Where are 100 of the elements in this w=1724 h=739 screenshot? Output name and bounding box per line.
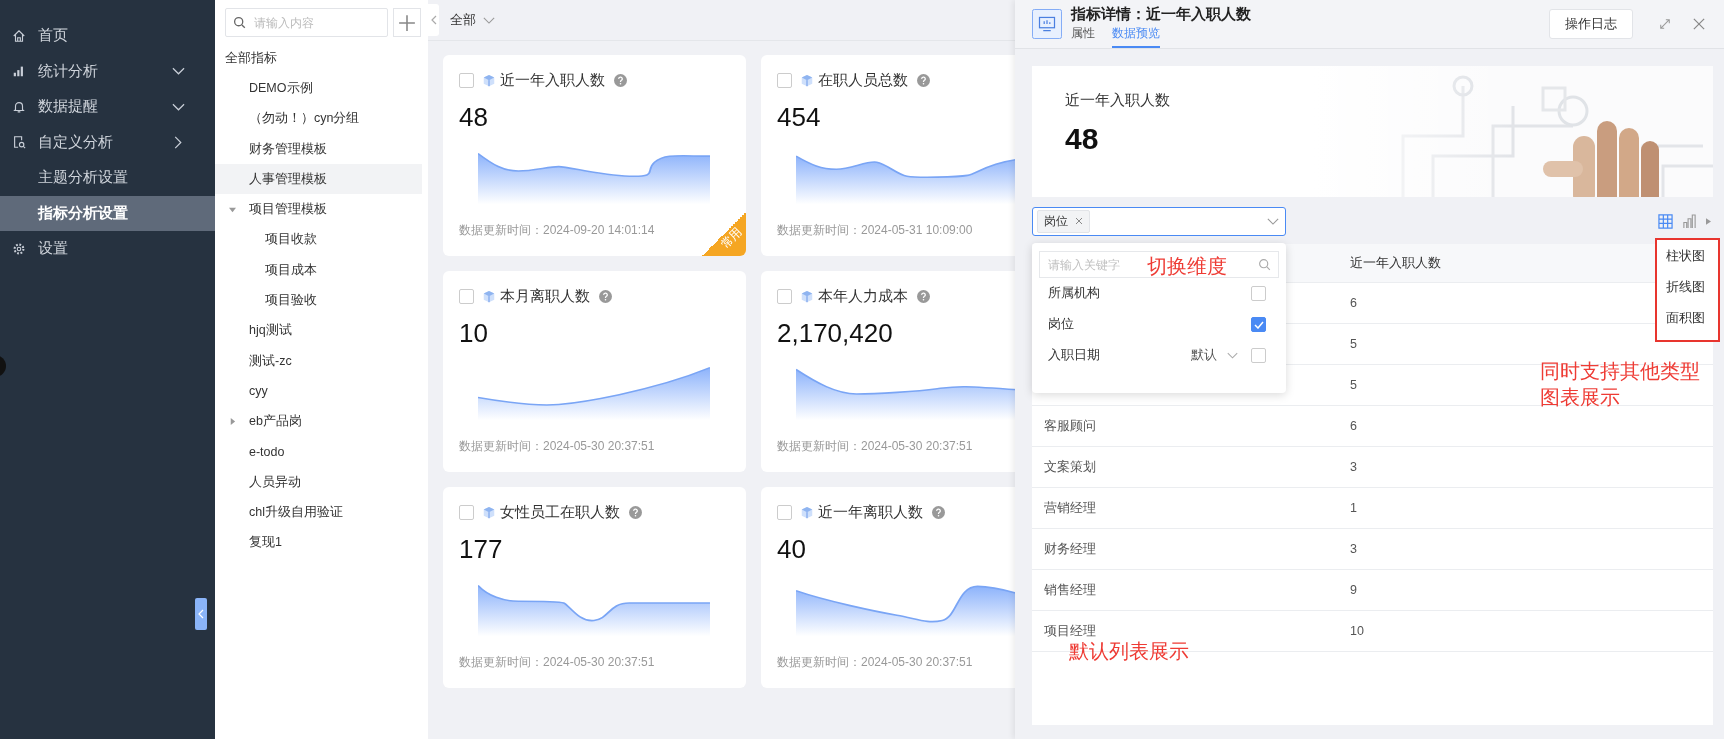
collapse-tab[interactable] — [428, 4, 439, 36]
caret-down-icon[interactable] — [229, 206, 236, 214]
search-icon — [233, 16, 246, 29]
table-cell: 6 — [1350, 419, 1357, 433]
tree-item[interactable]: chl升级自用验证 — [215, 497, 422, 528]
expand-icon[interactable] — [1659, 18, 1671, 30]
cube-icon — [800, 289, 814, 304]
chevron-right-icon[interactable] — [174, 135, 182, 149]
help-icon[interactable] — [599, 290, 612, 303]
table-cell: 3 — [1350, 542, 1357, 556]
table-cell: 9 — [1350, 583, 1357, 597]
tree-item[interactable]: 复现1 — [215, 527, 422, 559]
checkbox[interactable] — [777, 505, 792, 520]
tree-item[interactable]: （勿动！）cyn分组 — [215, 103, 422, 134]
annotation-text: 默认列表展示 — [1069, 639, 1189, 664]
tree-item[interactable]: 项目成本 — [215, 255, 422, 286]
menu-item[interactable]: 指标分析设置 — [0, 195, 215, 231]
tree-item[interactable]: 人事管理模板 — [215, 164, 422, 195]
menu-item[interactable]: 设置 — [0, 231, 215, 267]
settings-icon — [12, 241, 26, 256]
tree-item[interactable]: 项目验收 — [215, 285, 422, 316]
search-icon — [1258, 258, 1271, 271]
plus-icon — [398, 13, 416, 32]
help-icon[interactable] — [614, 74, 627, 87]
menu-item[interactable]: 自定义分析 — [0, 124, 215, 160]
checkbox[interactable] — [459, 505, 474, 520]
menu-item[interactable]: 数据提醒 — [0, 89, 215, 125]
help-icon[interactable] — [917, 290, 930, 303]
cube-icon — [482, 505, 496, 520]
home-icon — [12, 28, 26, 43]
caret-right-icon[interactable] — [1706, 217, 1711, 225]
menu-item[interactable]: 面积图 — [1657, 310, 1718, 341]
bar-chart-icon[interactable] — [1682, 213, 1697, 229]
help-icon[interactable] — [917, 74, 930, 87]
table-cell: 6 — [1350, 296, 1357, 310]
metric-card[interactable]: 女性员工在职人数 177 数据更新时间：2024-05-30 20:37:51 — [443, 487, 746, 688]
document-search-icon — [12, 135, 26, 150]
metric-card[interactable]: 近一年入职人数 48 数据更新时间：2024-09-20 14:01:14 常用 — [443, 55, 746, 256]
menu-item[interactable]: 柱状图 — [1657, 248, 1718, 279]
chevron-down-icon[interactable] — [172, 102, 185, 111]
filter-dropdown[interactable]: 全部 — [450, 11, 495, 29]
collapse-tab[interactable] — [195, 598, 207, 630]
help-icon[interactable] — [932, 506, 945, 519]
tab[interactable]: 属性 — [1071, 24, 1095, 48]
chevron-left-icon — [430, 15, 437, 25]
metric-card[interactable]: 本月离职人数 10 数据更新时间：2024-05-30 20:37:51 — [443, 271, 746, 472]
checkbox[interactable] — [1251, 348, 1266, 363]
tree-item[interactable]: eb产品岗 — [215, 406, 422, 437]
metric-value: 48 — [1065, 122, 1100, 156]
tree-item[interactable]: 财务管理模板 — [215, 133, 422, 165]
caret-right-icon[interactable] — [229, 418, 236, 426]
tree-item[interactable]: 测试-zc — [215, 345, 422, 377]
help-icon[interactable] — [629, 506, 642, 519]
table-cell: 5 — [1350, 378, 1357, 392]
table-icon[interactable] — [1658, 213, 1673, 229]
panel-title: 指标详情：近一年入职人数 — [1071, 4, 1252, 24]
table-cell: 5 — [1350, 337, 1357, 351]
dimension-select[interactable]: 岗位 — [1032, 206, 1286, 236]
checkbox[interactable] — [459, 289, 474, 304]
table-cell: 10 — [1350, 624, 1364, 638]
table-cell: 1 — [1350, 501, 1357, 515]
remove-icon[interactable] — [1075, 217, 1083, 225]
chevron-left-icon — [198, 609, 204, 619]
tree-item[interactable]: 项目管理模板 — [215, 194, 422, 225]
chevron-down-icon — [1267, 217, 1279, 225]
cube-icon — [800, 73, 814, 88]
monitor-icon — [1032, 9, 1062, 39]
annotation-text: 切换维度 — [1147, 254, 1227, 279]
close-icon[interactable] — [1693, 18, 1705, 30]
date-mode-select[interactable]: 默认 — [1191, 347, 1238, 364]
chevron-down-icon[interactable] — [172, 67, 185, 76]
cube-icon — [482, 289, 496, 304]
checkbox[interactable] — [1251, 317, 1266, 332]
cube-icon — [800, 505, 814, 520]
tree-item[interactable]: 全部指标 — [215, 43, 422, 74]
metric-name: 近一年入职人数 — [1065, 91, 1171, 110]
bar-chart-icon — [12, 64, 26, 79]
tree-item[interactable]: cyy — [215, 376, 422, 407]
tree-item[interactable]: DEMO示例 — [215, 73, 422, 104]
chevron-down-icon — [1227, 352, 1238, 359]
menu-item[interactable]: 折线图 — [1657, 279, 1718, 310]
tree-item[interactable]: e-todo — [215, 436, 422, 468]
checkbox[interactable] — [459, 73, 474, 88]
menu-item[interactable]: 主题分析设置 — [0, 160, 215, 196]
tree-item[interactable]: hjq测试 — [215, 315, 422, 346]
bell-icon — [12, 99, 26, 114]
menu-item[interactable]: 统计分析 — [0, 53, 215, 89]
tree-item[interactable]: 项目收款 — [215, 224, 422, 256]
checkbox[interactable] — [777, 73, 792, 88]
column-header: 近一年入职人数 — [1350, 255, 1441, 270]
tree-item[interactable]: 人员异动 — [215, 467, 422, 498]
search-field[interactable]: 请输入内容 — [225, 8, 388, 37]
checkbox[interactable] — [1251, 286, 1266, 301]
add-button[interactable] — [393, 8, 421, 37]
menu-item[interactable]: 首页 — [0, 18, 215, 54]
dimension-tag[interactable]: 岗位 — [1037, 209, 1090, 233]
corner-badge: 常用 — [702, 212, 746, 256]
log-button[interactable]: 操作日志 — [1549, 9, 1633, 39]
checkbox[interactable] — [777, 289, 792, 304]
annotation-text: 同时支持其他类型图表展示 — [1540, 359, 1701, 410]
